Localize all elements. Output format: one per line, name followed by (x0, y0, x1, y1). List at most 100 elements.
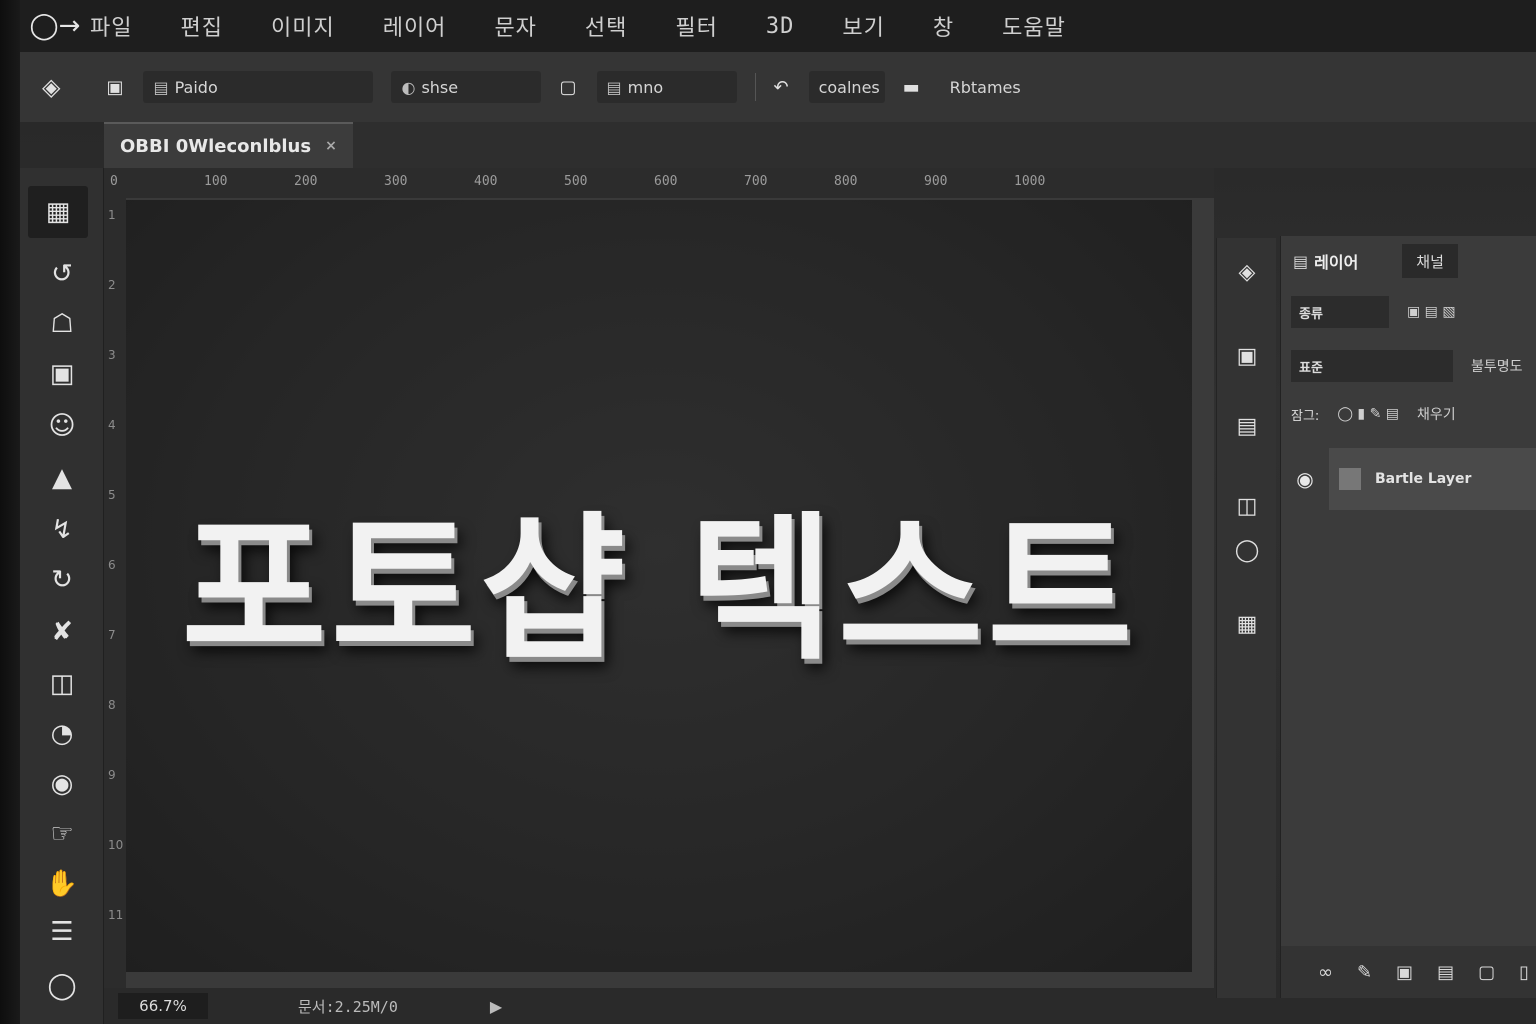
menu-layer[interactable]: 레이어 (383, 10, 447, 42)
ruler-tick: 4 (108, 418, 116, 432)
layers-panel-title[interactable]: 레이어 (1314, 249, 1358, 273)
new-group-icon[interactable]: ▤ (1437, 962, 1454, 983)
ruler-tick: 11 (108, 908, 124, 922)
lock-icons[interactable]: ◯ ▮ ✎ ▤ (1337, 406, 1399, 422)
pen-tool-icon[interactable]: ☞ (42, 814, 82, 854)
zoom-level-field[interactable]: 66.7% (118, 993, 208, 1019)
libraries-panel-icon[interactable]: ▦ (1231, 608, 1263, 640)
properties-panel-icon[interactable]: ◯ (1231, 534, 1263, 566)
ruler-tick: 300 (384, 174, 408, 189)
dodge-tool-icon[interactable]: ◉ (42, 764, 82, 804)
quick-select-tool-icon[interactable]: ☖ (42, 304, 82, 344)
ruler-tick: 8 (108, 698, 116, 712)
mode-field[interactable]: ▤ mno (596, 71, 737, 103)
close-tab-icon[interactable]: × (325, 138, 337, 154)
ruler-tick: 3 (108, 348, 116, 362)
ruler-tick: 1000 (1014, 174, 1046, 189)
new-layer-icon[interactable]: ▢ (1478, 962, 1495, 983)
menu-3d[interactable]: 3D (766, 14, 795, 39)
layer-mask-icon[interactable]: ▣ (1396, 962, 1413, 983)
menu-help[interactable]: 도움말 (1002, 10, 1066, 42)
tool-preset-icon[interactable]: ▣ (106, 77, 123, 98)
lasso-tool-icon[interactable]: ↺ (42, 254, 82, 294)
shape-icon: ◐ (401, 77, 416, 97)
document-tab[interactable]: OBBI 0Wleconlblus × (104, 122, 353, 168)
layer-kind-filter[interactable]: 종류 (1291, 296, 1389, 328)
delete-layer-icon[interactable]: ▯ (1519, 962, 1529, 983)
channels-tab-label: 채널 (1416, 252, 1444, 271)
channels-tab[interactable]: 채널 (1402, 244, 1458, 278)
history-brush-tool-icon[interactable]: ✘ (42, 612, 82, 652)
preset-field[interactable]: ▤ Paido (143, 71, 374, 103)
status-bar: 66.7% 문서:2.25M/0 ▶ (104, 988, 1214, 1024)
link-layers-icon[interactable]: ∞ (1318, 962, 1333, 983)
monitor-bezel-left (0, 0, 20, 1024)
menu-file[interactable]: 파일 (90, 10, 132, 42)
adjustments-panel-icon[interactable]: ◫ (1231, 490, 1263, 522)
menu-select[interactable]: 선택 (585, 10, 627, 42)
screen-mode-icon[interactable]: ◯ (42, 966, 82, 1006)
gradient-tool-icon[interactable]: ◔ (42, 714, 82, 754)
canvas-workspace[interactable]: 포토샵 텍스트 (126, 198, 1214, 988)
ruler-tick: 100 (204, 174, 228, 189)
options-divider (754, 73, 756, 101)
opacity-label: 불투명도 (1471, 359, 1523, 375)
layer-name[interactable]: Bartle Layer (1375, 471, 1471, 487)
eyedropper-tool-icon[interactable]: ☺ (42, 406, 82, 446)
mode-icon: ▤ (606, 77, 622, 97)
ruler-top: 0 100 200 300 400 500 600 700 800 900 10… (104, 168, 1214, 198)
edit-toolbar-icon[interactable]: ☰ (42, 912, 82, 952)
menu-filter[interactable]: 필터 (675, 10, 717, 42)
panel-dock: ◈ ▣ ▤ ◫ ◯ ▦ (1216, 238, 1276, 998)
anti-alias-field[interactable]: coalnes (808, 71, 885, 103)
ruler-tick: 0 (110, 174, 118, 189)
ruler-tick: 10 (108, 838, 124, 852)
screen: ◯→ 파일 편집 이미지 레이어 문자 선택 필터 3D 보기 창 도움말 ◈ … (0, 0, 1536, 1024)
menu-window[interactable]: 창 (933, 10, 954, 42)
extra-options-label: Rbtames (949, 77, 1021, 97)
history-panel-icon[interactable]: ◈ (1231, 256, 1263, 288)
home-icon[interactable]: ◈ (42, 73, 60, 101)
layer-style-icon[interactable]: ✎ (1357, 962, 1372, 983)
shape-field[interactable]: ◐ shse (391, 71, 542, 103)
color-swatch-icon[interactable]: ▬ (903, 77, 920, 98)
menu-image[interactable]: 이미지 (271, 10, 335, 42)
stamp-tool-icon[interactable]: ↻ (42, 560, 82, 600)
align-icon[interactable]: ↶ (774, 77, 789, 98)
color-panel-icon[interactable]: ▣ (1231, 340, 1263, 372)
ruler-tick: 600 (654, 174, 678, 189)
filter-icons[interactable]: ▣ ▤ ▧ (1407, 304, 1456, 320)
hand-tool-icon[interactable]: ✋ (42, 864, 82, 904)
layer-row[interactable]: ◉ Bartle Layer (1281, 448, 1536, 510)
layer-visibility-icon[interactable]: ◉ (1281, 448, 1329, 510)
extra-options-field[interactable]: Rbtames (940, 71, 1050, 103)
preset-label: Paido (174, 77, 218, 97)
blend-mode-select[interactable]: 표준 (1291, 350, 1453, 382)
fill-label: 채우기 (1417, 407, 1456, 423)
document-canvas[interactable]: 포토샵 텍스트 (126, 200, 1192, 972)
layer-thumbnail (1339, 468, 1361, 490)
menu-edit[interactable]: 편집 (180, 10, 222, 42)
ruler-tick: 9 (108, 768, 116, 782)
document-tab-bar: OBBI 0Wleconlblus × (104, 122, 1536, 168)
menu-view[interactable]: 보기 (842, 10, 884, 42)
layer-filter-row: 종류 ▣ ▤ ▧ (1291, 296, 1456, 328)
ruler-tick: 500 (564, 174, 588, 189)
brush-tool-icon[interactable]: ↯ (42, 510, 82, 550)
heal-tool-icon[interactable]: ▲ (42, 458, 82, 498)
crop-tool-icon[interactable]: ▣ (42, 354, 82, 394)
menu-type[interactable]: 문자 (494, 10, 536, 42)
swatches-panel-icon[interactable]: ▤ (1231, 410, 1263, 442)
move-tool-icon[interactable]: ▦ (28, 186, 88, 238)
status-menu-arrow-icon[interactable]: ▶ (490, 997, 502, 1016)
ruler-tick: 400 (474, 174, 498, 189)
ruler-tick: 800 (834, 174, 858, 189)
tools-panel: ▦ ↺ ☖ ▣ ☺ ▲ ↯ ↻ ✘ ◫ ◔ ◉ ☞ ✋ ☰ ◯ (20, 168, 104, 1024)
toggle-icon[interactable]: ▢ (559, 77, 576, 98)
lock-row: 잠그: ◯ ▮ ✎ ▤ 채우기 (1291, 404, 1456, 424)
options-bar: ◈ ▣ ▤ Paido ◐ shse ▢ ▤ mno ↶ coalnes ▬ R… (20, 52, 1536, 122)
canvas-text-layer[interactable]: 포토샵 텍스트 (181, 461, 1136, 690)
eraser-tool-icon[interactable]: ◫ (42, 664, 82, 704)
app-logo-icon[interactable]: ◯→ (20, 6, 90, 46)
shape-label: shse (421, 77, 459, 97)
